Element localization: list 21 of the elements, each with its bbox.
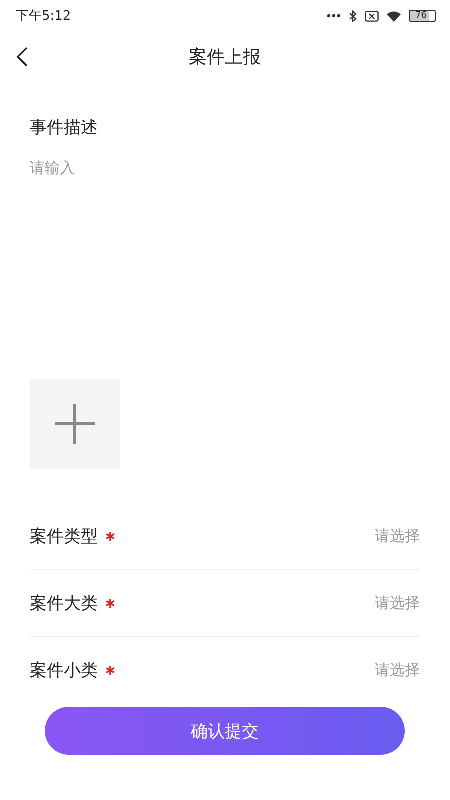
submit-button[interactable]: 确认提交 bbox=[45, 707, 405, 755]
select-placeholder: 请选择 bbox=[375, 594, 420, 612]
description-label: 事件描述 bbox=[30, 117, 99, 139]
add-photo-button[interactable] bbox=[30, 379, 120, 469]
plus-icon bbox=[54, 403, 96, 445]
battery-indicator: 76 bbox=[408, 10, 436, 22]
back-icon bbox=[16, 47, 28, 67]
select-placeholder: 请选择 bbox=[375, 526, 420, 546]
select-placeholder: 请选择 bbox=[375, 660, 420, 680]
form-row[interactable]: 案件小类 请选择 bbox=[30, 637, 420, 703]
bluetooth-icon bbox=[348, 10, 357, 22]
form-row[interactable]: 案件类型 请选择 bbox=[30, 503, 420, 570]
field-label: 案件类型 bbox=[30, 526, 98, 548]
field-label: 案件大类 bbox=[30, 592, 98, 614]
wifi-icon bbox=[386, 10, 401, 22]
page-title: 案件上报 bbox=[189, 46, 261, 69]
field-label: 案件小类 bbox=[30, 660, 98, 682]
form-row[interactable]: 案件大类 请选择 bbox=[30, 570, 420, 637]
no-sim-icon bbox=[364, 10, 379, 22]
status-time: 下午5:12 bbox=[16, 8, 72, 25]
more-icon bbox=[326, 14, 341, 18]
